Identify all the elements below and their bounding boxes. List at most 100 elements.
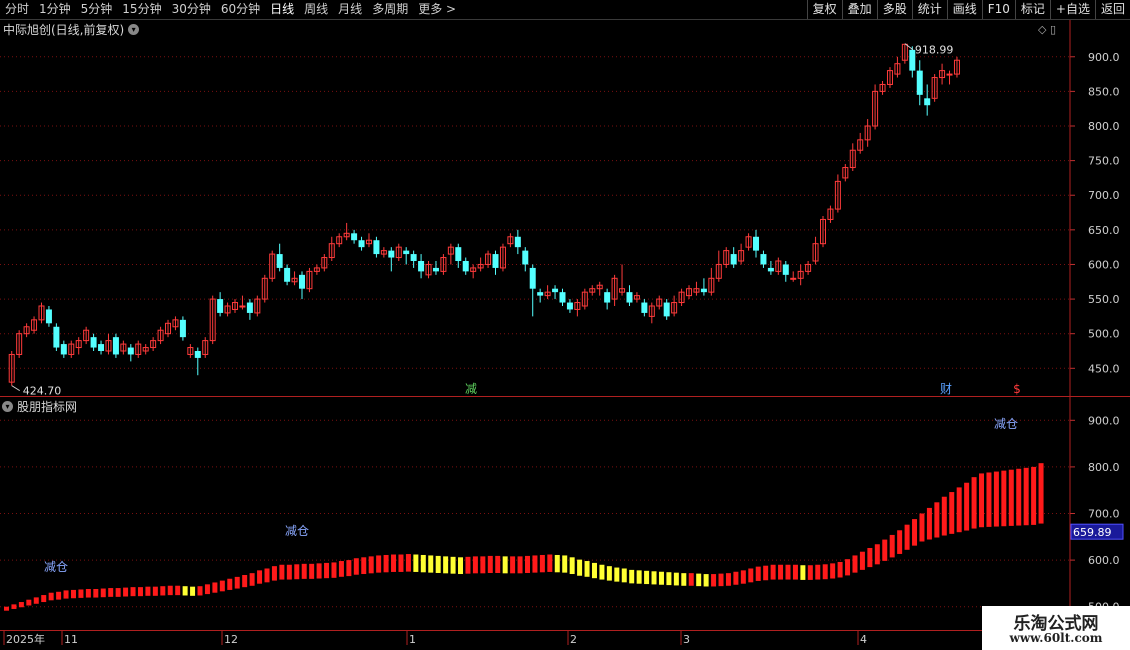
indicator-bar xyxy=(956,487,962,533)
candlestick xyxy=(901,43,908,64)
main-y-tick-label: 650.0 xyxy=(1088,224,1120,237)
indicator-bar xyxy=(428,555,434,573)
indicator-bar xyxy=(405,554,411,572)
indicator-bar xyxy=(926,507,932,540)
indicator-bar xyxy=(993,471,999,527)
candlestick xyxy=(358,236,365,251)
candlestick xyxy=(753,229,760,258)
indicator-bar xyxy=(301,563,307,579)
indicator-bar xyxy=(324,562,330,579)
kline-chart[interactable]: 900.0 850.0 800.0 750.0 700.0 650.0 600.0 550.0… xyxy=(0,0,1130,650)
candlestick xyxy=(462,257,469,275)
indicator-bar xyxy=(271,566,277,581)
candlestick xyxy=(157,326,164,345)
indicator-bar xyxy=(830,563,836,579)
candlestick xyxy=(336,233,343,248)
indicator-bar xyxy=(26,599,32,606)
indicator-bar xyxy=(368,556,374,574)
indicator-bar xyxy=(718,573,724,587)
candlestick xyxy=(872,84,879,130)
candlestick xyxy=(388,247,395,272)
candle-body xyxy=(351,233,358,241)
candle-body xyxy=(626,292,633,303)
indicator-bar xyxy=(912,519,918,546)
candle-body xyxy=(239,305,246,308)
candlestick xyxy=(261,274,268,303)
chevron-down-icon[interactable]: ▾ xyxy=(128,24,140,35)
indicator-bar xyxy=(770,564,776,580)
indicator-bar xyxy=(763,565,769,581)
indicator-bar xyxy=(257,570,263,584)
indicator-bar xyxy=(845,559,851,576)
indicator-bar xyxy=(458,557,464,575)
indicator-bar xyxy=(547,554,553,572)
candlestick xyxy=(604,288,611,310)
indicator-bar xyxy=(480,556,486,574)
indicator-bar xyxy=(41,595,47,603)
window-icon[interactable]: ▯ xyxy=(1050,23,1056,36)
candlestick xyxy=(217,292,224,317)
indicator-bar xyxy=(785,564,791,580)
candle-body xyxy=(604,292,611,303)
x-axis: 2025年 11 12 1 2 3 4 xyxy=(3,631,867,646)
indicator-bar xyxy=(383,554,389,573)
main-y-tick-label: 800.0 xyxy=(1088,120,1120,133)
candlestick xyxy=(857,132,864,154)
diamond-icon[interactable]: ◇ xyxy=(1038,23,1046,36)
candlestick xyxy=(470,264,477,279)
indicator-bar xyxy=(443,556,449,574)
candlestick xyxy=(596,281,603,296)
candlestick xyxy=(633,292,640,303)
main-y-tick-label: 550.0 xyxy=(1088,293,1120,306)
x-tick-label: 2 xyxy=(570,633,577,646)
candlestick xyxy=(782,261,789,282)
candlestick xyxy=(120,340,127,355)
candlestick xyxy=(209,295,216,345)
main-y-tick-label: 700.0 xyxy=(1088,189,1120,202)
indicator-bar xyxy=(346,560,352,577)
candlestick xyxy=(849,143,856,171)
indicator-bar xyxy=(197,586,203,596)
candlestick xyxy=(775,257,782,275)
indicator-y-tick-label: 600.0 xyxy=(1088,554,1120,567)
candle-body xyxy=(45,309,52,324)
event-marker: 财 xyxy=(940,382,952,396)
indicator-bar xyxy=(264,568,270,583)
watermark: 乐淘公式网 www.60lt.com xyxy=(982,606,1130,650)
x-tick-label: 4 xyxy=(860,633,867,646)
candlestick xyxy=(83,326,90,345)
indicator-bar xyxy=(621,568,627,583)
indicator-bar xyxy=(465,556,471,574)
indicator-bar xyxy=(554,554,560,573)
indicator-bar xyxy=(1023,467,1029,526)
indicator-bar xyxy=(889,534,895,558)
candle-body xyxy=(90,337,97,348)
candlestick xyxy=(879,81,886,95)
candlestick xyxy=(514,229,521,255)
candlestick xyxy=(16,330,23,358)
candle-body xyxy=(410,254,417,261)
indicator-bar xyxy=(755,566,761,581)
indicator-bar xyxy=(227,578,233,590)
indicator-bar xyxy=(18,602,24,608)
candlestick xyxy=(641,299,648,317)
candle-body xyxy=(246,302,253,313)
candlestick xyxy=(723,247,730,268)
indicator-bar xyxy=(517,556,523,574)
indicator-bar xyxy=(837,561,843,578)
candlestick xyxy=(246,299,253,320)
indicator-bar xyxy=(160,586,166,596)
main-y-tick-label: 600.0 xyxy=(1088,258,1120,271)
event-marker: $ xyxy=(1013,382,1021,396)
candlestick xyxy=(306,267,313,293)
candlestick xyxy=(939,63,946,85)
candle-body xyxy=(373,240,380,255)
candlestick xyxy=(284,264,291,286)
candlestick xyxy=(953,56,960,78)
indicator-bar xyxy=(681,573,687,586)
candlestick xyxy=(544,285,551,300)
indicator-bar xyxy=(182,586,188,596)
candlestick xyxy=(172,316,179,331)
candlestick xyxy=(440,254,447,275)
chevron-down-icon[interactable]: ▾ xyxy=(2,401,13,412)
